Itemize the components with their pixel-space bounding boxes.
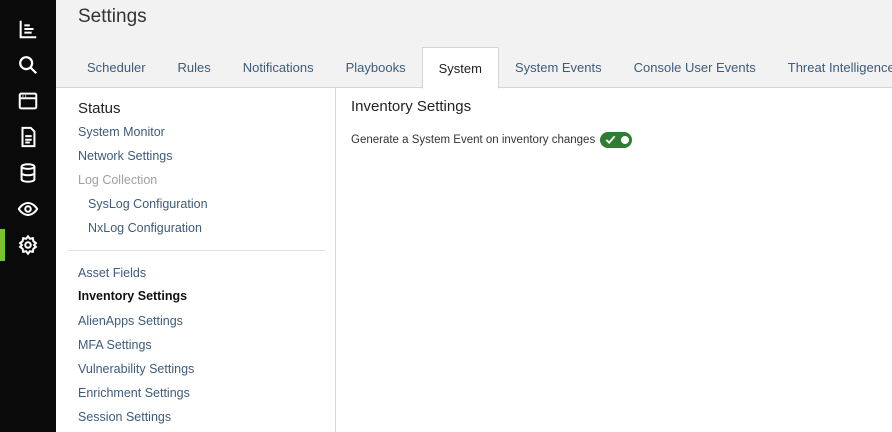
settings-subnav: Status System Monitor Network Settings L…: [56, 88, 336, 432]
toggle-knob: [621, 136, 630, 144]
subnav-item-system-monitor[interactable]: System Monitor: [78, 125, 165, 139]
subnav-item-mfa-settings[interactable]: MFA Settings: [78, 338, 152, 352]
tab-rules[interactable]: Rules: [162, 47, 227, 88]
subnav-item-syslog-configuration[interactable]: SysLog Configuration: [88, 197, 208, 211]
tab-playbooks[interactable]: Playbooks: [330, 47, 422, 88]
tab-scheduler[interactable]: Scheduler: [71, 47, 162, 88]
tab-system[interactable]: System: [421, 47, 499, 89]
page-header: Settings Scheduler Rules Notifications P…: [56, 0, 892, 89]
subnav-item-network-settings[interactable]: Network Settings: [78, 149, 172, 163]
document-icon[interactable]: [0, 119, 56, 155]
setting-label: Generate a System Event on inventory cha…: [351, 134, 596, 146]
gear-icon[interactable]: [0, 227, 56, 263]
tab-notifications[interactable]: Notifications: [227, 47, 330, 88]
tab-bar: Scheduler Rules Notifications Playbooks …: [71, 47, 892, 89]
subnav-item-enrichment-settings[interactable]: Enrichment Settings: [78, 386, 190, 400]
browser-window-icon[interactable]: [0, 83, 56, 119]
check-icon: [605, 135, 616, 145]
search-icon[interactable]: [0, 47, 56, 83]
subnav-item-asset-fields[interactable]: Asset Fields: [78, 266, 146, 280]
subnav-item-log-collection: Log Collection: [78, 173, 158, 187]
subnav-item-session-settings[interactable]: Session Settings: [78, 410, 171, 424]
page-title: Settings: [78, 6, 147, 27]
subnav-heading: Status: [78, 100, 121, 117]
icon-rail: [0, 0, 56, 432]
subnav-item-inventory-settings[interactable]: Inventory Settings: [78, 289, 187, 303]
tab-threat-intelligence[interactable]: Threat Intelligence: [772, 47, 892, 88]
subnav-item-nxlog-configuration[interactable]: NxLog Configuration: [88, 221, 202, 235]
subnav-divider: [68, 250, 325, 251]
dashboard-icon[interactable]: [0, 11, 56, 47]
inventory-event-setting: Generate a System Event on inventory cha…: [351, 132, 633, 148]
inventory-event-toggle[interactable]: [600, 132, 633, 148]
eye-icon[interactable]: [0, 191, 56, 227]
tab-system-events[interactable]: System Events: [499, 47, 618, 88]
subnav-item-alienapps-settings[interactable]: AlienApps Settings: [78, 314, 183, 328]
tab-console-user-events[interactable]: Console User Events: [618, 47, 772, 88]
database-icon[interactable]: [0, 155, 56, 191]
subnav-item-vulnerability-settings[interactable]: Vulnerability Settings: [78, 362, 194, 376]
section-title: Inventory Settings: [351, 98, 472, 115]
